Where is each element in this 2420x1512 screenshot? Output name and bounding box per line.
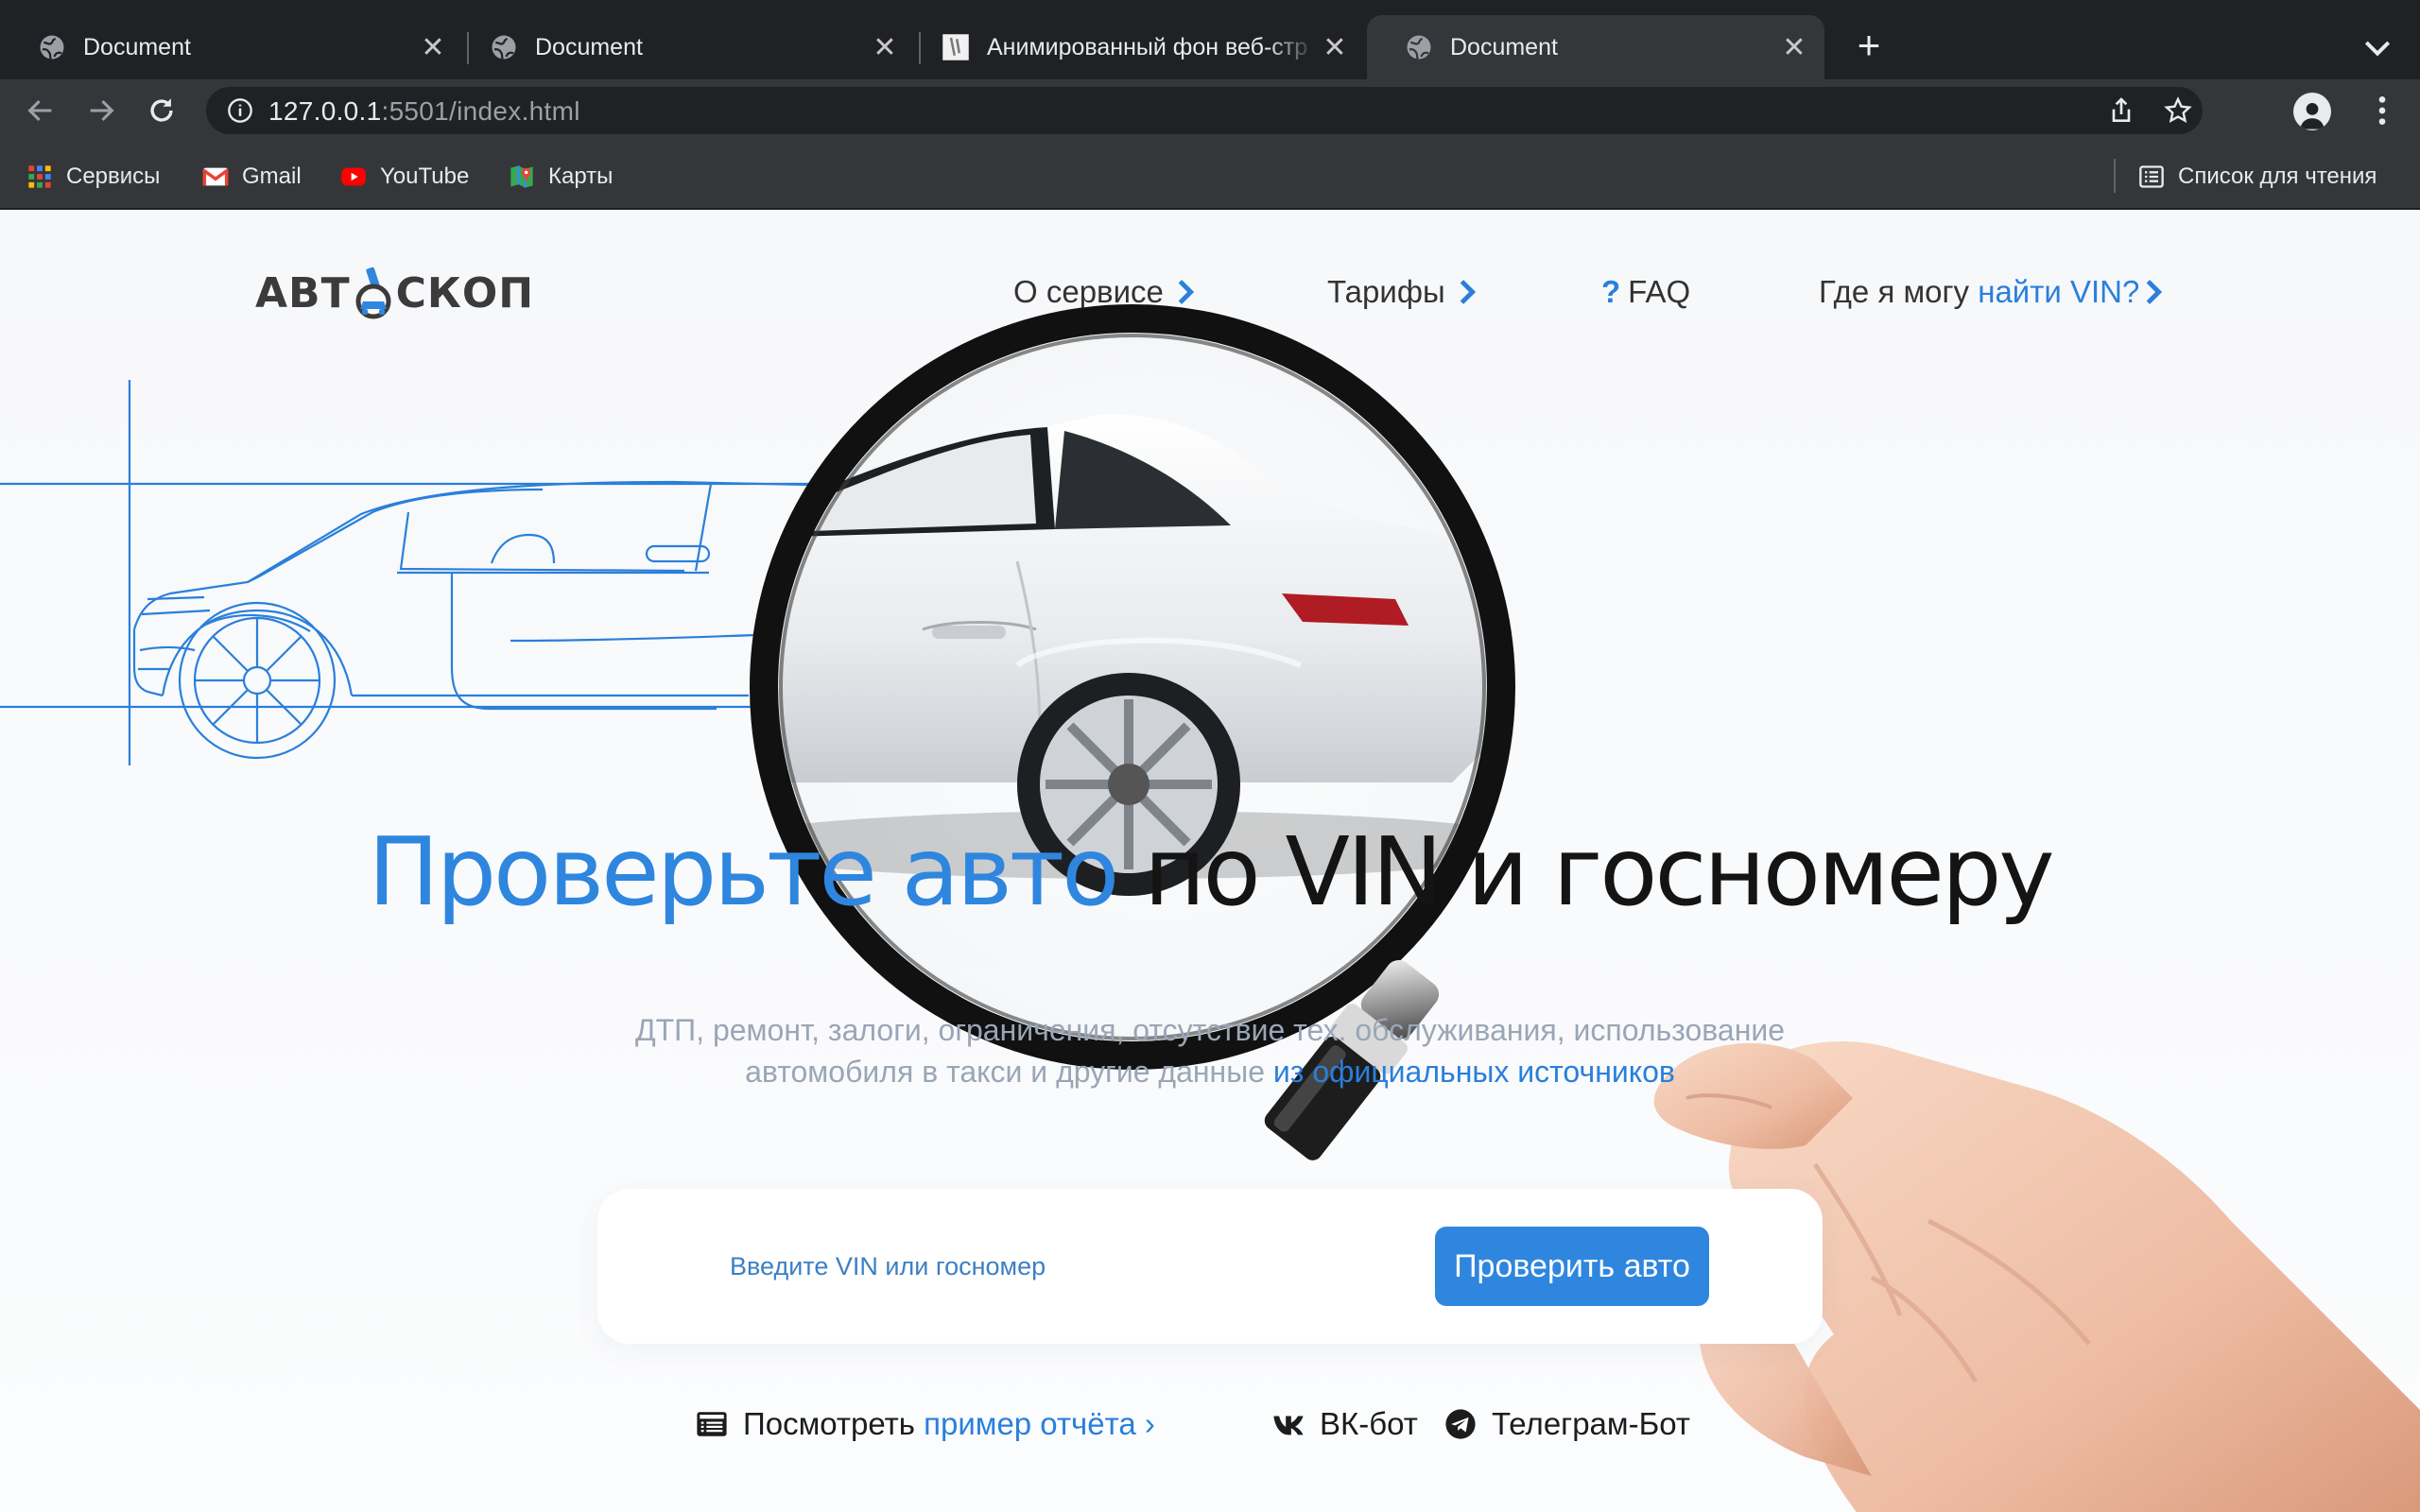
back-button[interactable] (17, 87, 64, 134)
browser-toolbar: 127.0.0.1:5501/index.html (0, 79, 2420, 142)
tab-title: Анимированный фон веб-стр (987, 33, 1308, 60)
url-host: 127.0.0.1 (268, 96, 382, 126)
check-car-button[interactable]: Проверить авто (1435, 1227, 1709, 1306)
star-bookmark-icon[interactable] (2163, 95, 2193, 126)
bookmark-label: Сервисы (66, 163, 161, 189)
arrow-left-icon (27, 99, 52, 122)
close-tab-icon[interactable]: ✕ (414, 28, 452, 66)
vk-bot-link[interactable]: ВК-бот (1272, 1402, 1418, 1446)
browser-tab[interactable]: Анимированный фон веб-стр ✕ (904, 15, 1365, 79)
person-icon (2300, 102, 2325, 129)
bookmark-services[interactable]: Сервисы (26, 161, 160, 193)
page-thumbnail-icon (942, 34, 969, 60)
profile-avatar[interactable] (2293, 93, 2331, 130)
gmail-icon (202, 167, 229, 186)
url-path: :5501/index.html (381, 96, 580, 126)
bookmark-label: Карты (548, 163, 614, 189)
vk-bot-label: ВК-бот (1320, 1406, 1418, 1441)
bookmark-maps[interactable]: Карты (509, 161, 613, 193)
close-tab-icon[interactable]: ✕ (1775, 28, 1813, 66)
hero-title: Проверьте авто по VIN и госномеру (0, 816, 2420, 927)
youtube-icon (341, 167, 366, 186)
chevron-right-icon: › (1144, 1406, 1155, 1441)
vin-search-input[interactable] (730, 1240, 1392, 1293)
reading-list-label: Список для чтения (2178, 163, 2377, 189)
telegram-bot-link[interactable]: Телеграм-Бот (1444, 1402, 1690, 1446)
bookmarks-divider (2114, 159, 2116, 193)
apps-grid-icon (28, 165, 51, 188)
tab-title: Document (83, 33, 191, 60)
telegram-icon (1445, 1409, 1476, 1439)
share-icon[interactable] (2106, 95, 2136, 126)
address-bar[interactable]: 127.0.0.1:5501/index.html (206, 87, 2203, 134)
browser-tab[interactable]: Document ✕ (452, 15, 915, 79)
report-list-icon (697, 1412, 727, 1436)
chevron-right-icon (2146, 280, 2163, 304)
official-sources-link[interactable]: из официальных источников (1273, 1055, 1675, 1089)
close-tab-icon[interactable]: ✕ (1316, 28, 1354, 66)
browser-tab-strip: Document ✕ Document ✕ Анимированный фон … (0, 0, 2420, 79)
bookmark-gmail[interactable]: Gmail (202, 161, 302, 193)
url-text[interactable]: 127.0.0.1:5501/index.html (268, 96, 580, 127)
more-menu-icon[interactable] (2363, 92, 2401, 129)
maps-icon (510, 165, 533, 188)
arrow-right-icon (90, 99, 114, 122)
microscope-car-logo-icon (355, 266, 391, 319)
report-link-accent: пример отчёта (924, 1406, 1136, 1441)
bookmark-label: Gmail (242, 163, 302, 189)
nav-link-accent: найти VIN? (1978, 274, 2140, 309)
hero-title-highlight: Проверьте авто (368, 816, 1119, 927)
browser-tab[interactable]: Document ✕ (0, 15, 463, 79)
globe-icon (1407, 35, 1431, 60)
subtitle-line: автомобиля в такси и другие данные из оф… (567, 1051, 1853, 1092)
page-viewport: АВТ СКОП О сервисе Тарифы ? FAQ Где я мо… (0, 210, 2420, 1512)
tab-title: Document (535, 33, 643, 60)
hero-subtitle: ДТП, ремонт, залоги, ограничения, отсутс… (567, 1009, 1853, 1092)
globe-icon (492, 35, 516, 60)
vin-search-card: Проверить авто (597, 1189, 1823, 1344)
logo-text-left: АВТ (255, 268, 351, 318)
tab-search-chevron-icon[interactable] (2359, 28, 2396, 66)
tab-title: Document (1450, 33, 1558, 60)
bookmark-youtube[interactable]: YouTube (340, 161, 469, 193)
globe-icon (40, 35, 64, 60)
reload-icon (150, 98, 173, 122)
telegram-bot-label: Телеграм-Бот (1492, 1406, 1690, 1441)
sample-report-link[interactable]: Посмотреть пример отчёта › (696, 1402, 1155, 1446)
forward-button[interactable] (78, 87, 125, 134)
site-logo[interactable]: АВТ СКОП (255, 265, 534, 321)
reload-button[interactable] (138, 87, 185, 134)
reading-list-icon (2139, 165, 2164, 188)
info-icon[interactable] (227, 97, 253, 124)
subtitle-line: ДТП, ремонт, залоги, ограничения, отсутс… (634, 1013, 1786, 1047)
hero-title-rest: по VIN и госномеру (1144, 816, 2055, 927)
close-tab-icon[interactable]: ✕ (866, 28, 904, 66)
browser-tab-active[interactable]: Document ✕ (1367, 15, 1824, 79)
reading-list-button[interactable]: Список для чтения (2138, 161, 2377, 193)
bookmarks-bar: Сервисы Gmail YouTube Карты Список для ч… (0, 142, 2420, 210)
subtitle-text: автомобиля в такси и другие данные (745, 1055, 1266, 1089)
report-link-text: Посмотреть (743, 1406, 915, 1441)
vk-icon (1273, 1416, 1304, 1435)
logo-text-right: СКОП (395, 268, 535, 318)
new-tab-button[interactable]: + (1848, 26, 1890, 68)
bookmark-label: YouTube (380, 163, 470, 189)
